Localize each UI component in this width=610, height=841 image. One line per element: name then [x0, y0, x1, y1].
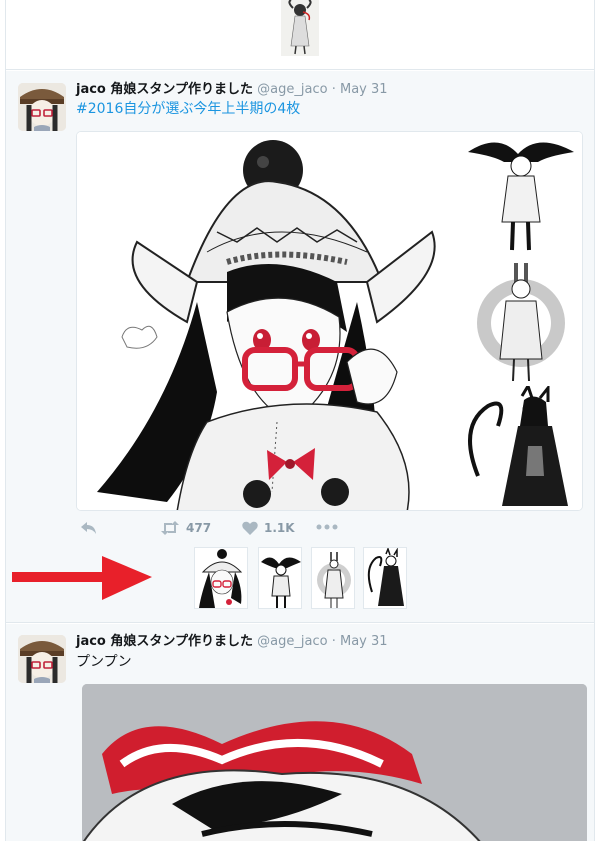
avatar[interactable]: [18, 635, 66, 683]
separator-dot: ·: [331, 634, 336, 649]
media-image-3[interactable]: [458, 259, 582, 384]
retweet-button[interactable]: 477: [160, 521, 211, 535]
reply-icon: [81, 522, 96, 534]
more-icon: [316, 524, 338, 530]
red-arrow-icon: [12, 556, 152, 600]
tweet-date[interactable]: May 31: [340, 634, 388, 649]
tweet-date[interactable]: May 31: [340, 82, 388, 97]
tweet-text: プンプン: [76, 654, 132, 670]
display-name[interactable]: jaco 角娘スタンプ作りました: [76, 634, 253, 649]
media-thumbnail-4[interactable]: [363, 547, 407, 609]
retweet-count: 477: [186, 521, 212, 535]
media-grid: [76, 131, 583, 511]
user-handle[interactable]: @age_jaco: [257, 82, 327, 97]
previous-tweet-image[interactable]: [281, 0, 319, 56]
tweet-header: jaco 角娘スタンプ作りました @age_jaco · May 31: [76, 81, 388, 99]
media-image-4[interactable]: [458, 382, 582, 510]
display-name[interactable]: jaco 角娘スタンプ作りました: [76, 82, 253, 97]
more-button[interactable]: [316, 523, 338, 531]
retweet-icon: [161, 521, 179, 535]
previous-tweet[interactable]: [6, 0, 594, 70]
user-handle[interactable]: @age_jaco: [257, 634, 327, 649]
reply-button[interactable]: [80, 521, 98, 535]
like-count: 1.1K: [264, 521, 295, 535]
timeline: jaco 角娘スタンプ作りました @age_jaco · May 31 #201…: [5, 0, 595, 841]
avatar[interactable]: [18, 83, 66, 131]
separator-dot: ·: [331, 82, 336, 97]
tweet[interactable]: jaco 角娘スタンプ作りました @age_jaco · May 31 #201…: [6, 71, 594, 623]
like-button[interactable]: 1.1K: [242, 521, 295, 535]
media-image[interactable]: [82, 684, 587, 841]
tweet[interactable]: jaco 角娘スタンプ作りました @age_jaco · May 31 プンプン: [6, 624, 594, 841]
media-image-2[interactable]: [458, 132, 582, 257]
media-thumbnail-3[interactable]: [311, 547, 355, 609]
tweet-header: jaco 角娘スタンプ作りました @age_jaco · May 31: [76, 633, 388, 651]
heart-icon: [242, 521, 258, 535]
media-image-main[interactable]: [77, 132, 456, 510]
hashtag-link[interactable]: #2016自分が選ぶ今年上半期の4枚: [76, 100, 300, 118]
media-thumbnail-1[interactable]: [194, 547, 248, 609]
media-thumbnail-2[interactable]: [258, 547, 302, 609]
